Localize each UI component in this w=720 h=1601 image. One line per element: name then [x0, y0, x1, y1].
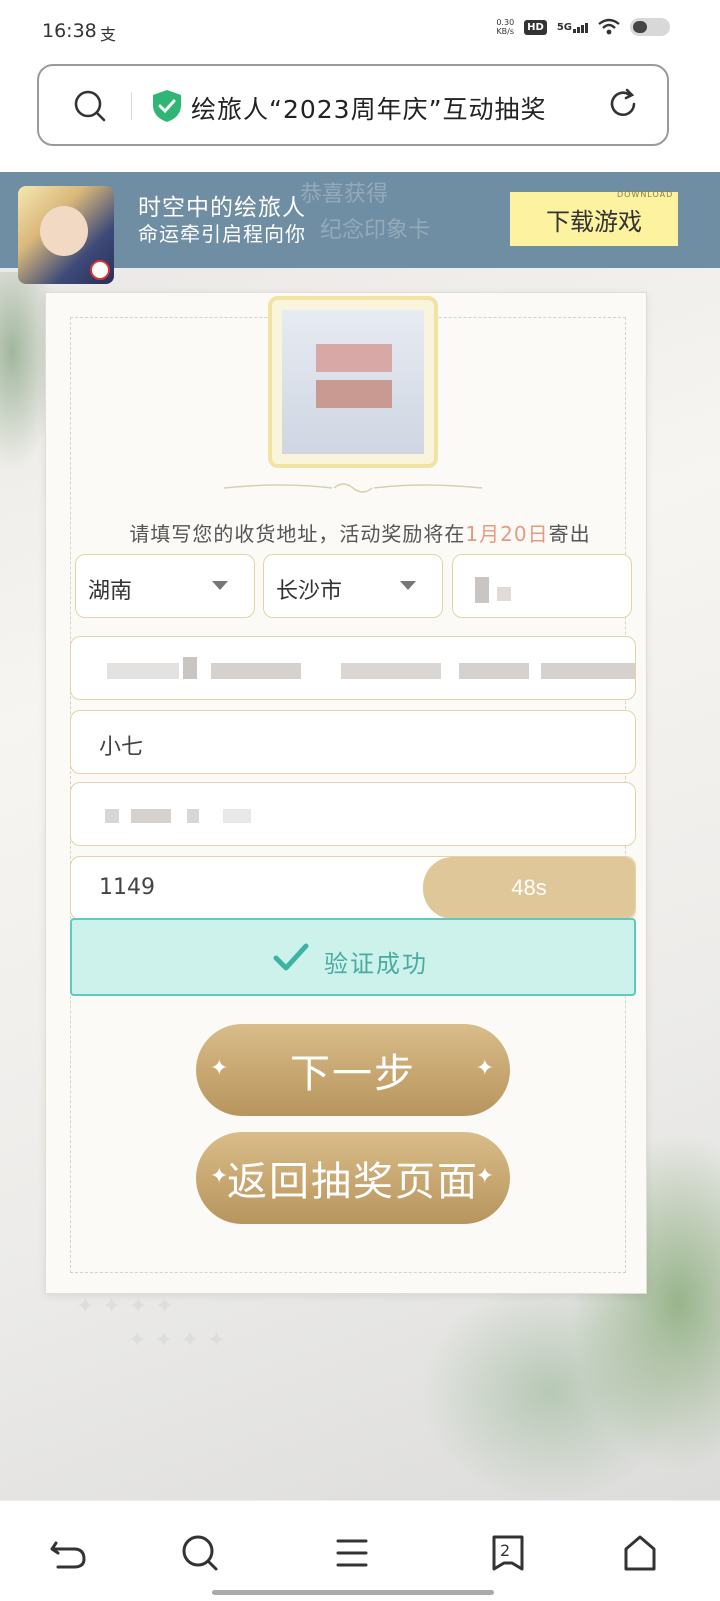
- secure-shield-icon: [153, 90, 181, 122]
- divider: [131, 92, 132, 120]
- chevron-down-icon: [400, 581, 416, 590]
- verify-success-text: 验证成功: [324, 950, 428, 978]
- district-select[interactable]: [452, 554, 632, 618]
- search-icon[interactable]: [176, 1529, 224, 1577]
- sparkle-icon: ✦: [475, 1164, 496, 1189]
- tabs-button[interactable]: 2: [484, 1529, 532, 1577]
- prize-card-frame: [268, 296, 438, 468]
- next-step-button[interactable]: ✦ 下一步 ✦: [196, 1024, 510, 1116]
- game-banner[interactable]: 恭喜获得 纪念印象卡 时空中的绘旅人 命运牵引启程向你 下载游戏 DOWNLOA…: [0, 172, 720, 284]
- back-to-lottery-label: 返回抽奖页面: [227, 1159, 479, 1205]
- home-icon[interactable]: [616, 1529, 664, 1577]
- browser-toolbar: 绘旅人“2023周年庆”互动抽奖: [0, 62, 720, 172]
- redacted-address: [107, 663, 179, 679]
- city-select[interactable]: 长沙市: [263, 554, 443, 618]
- gesture-home-indicator[interactable]: [212, 1590, 494, 1595]
- game-avatar-image: [18, 186, 114, 284]
- netease-logo-icon: [90, 260, 110, 280]
- next-step-label: 下一步: [290, 1051, 416, 1097]
- notice-date: 1月20日: [465, 522, 549, 546]
- notice-prefix: 请填写您的收货地址，活动奖励将在: [129, 522, 466, 546]
- address-notice: 请填写您的收货地址，活动奖励将在1月20日寄出: [0, 518, 720, 547]
- reload-icon[interactable]: [605, 86, 641, 122]
- browser-bottom-nav: 2: [0, 1500, 720, 1601]
- download-small-label: DOWNLOAD: [617, 190, 674, 199]
- chevron-down-icon: [212, 581, 228, 590]
- redacted-district: [475, 577, 489, 603]
- alipay-notification-icon: 支: [100, 25, 117, 44]
- banner-ghost-text-2: 纪念印象卡: [320, 218, 431, 243]
- sparkle-decoration-icon: ✦✦✦✦: [76, 1294, 182, 1319]
- banner-subtitle: 命运牵引启程向你: [138, 222, 306, 246]
- checkmark-icon: [273, 943, 309, 971]
- sparkle-icon: ✦: [210, 1056, 231, 1081]
- page-title[interactable]: 绘旅人“2023周年庆”互动抽奖: [191, 90, 601, 126]
- province-select[interactable]: 湖南: [75, 554, 255, 618]
- banner-title: 时空中的绘旅人: [138, 195, 306, 221]
- ornament-divider-icon: [223, 483, 483, 493]
- prize-card-image: [282, 310, 424, 454]
- sparkle-icon: ✦: [210, 1164, 231, 1189]
- province-value: 湖南: [88, 579, 133, 604]
- recipient-name-input[interactable]: 小七: [70, 710, 636, 774]
- status-icons: 0.30 KB/s HD 5G: [496, 18, 670, 36]
- status-time: 16:38: [42, 20, 97, 42]
- recipient-name-value: 小七: [99, 735, 144, 760]
- network-label: 5G: [556, 21, 572, 33]
- status-bar: 16:38 支 0.30 KB/s HD 5G: [0, 0, 720, 62]
- banner-ghost-text: 恭喜获得: [300, 182, 389, 207]
- redacted-phone: [105, 809, 119, 823]
- net-speed-unit: KB/s: [496, 27, 515, 36]
- phone-input[interactable]: [70, 782, 636, 846]
- verify-success-banner: 验证成功: [70, 918, 636, 996]
- search-icon[interactable]: [72, 88, 108, 124]
- hd-icon: HD: [524, 19, 547, 35]
- resend-code-button[interactable]: 48s: [423, 857, 635, 919]
- download-game-button[interactable]: 下载游戏: [510, 192, 678, 246]
- web-page: 恭喜获得 纪念印象卡 时空中的绘旅人 命运牵引启程向你 下载游戏 DOWNLOA…: [0, 172, 720, 1500]
- city-value: 长沙市: [276, 579, 343, 604]
- verification-code-input[interactable]: 1149 48s: [70, 856, 636, 920]
- tab-count: 2: [500, 1541, 511, 1560]
- net-speed: 0.30 KB/s: [496, 18, 514, 36]
- address-bar[interactable]: 绘旅人“2023周年庆”互动抽奖: [37, 64, 669, 146]
- net-speed-value: 0.30: [496, 18, 515, 27]
- verification-code-value: 1149: [99, 875, 155, 900]
- notice-suffix: 寄出: [548, 522, 591, 546]
- signal-5g-icon: 5G: [557, 22, 588, 33]
- battery-icon: [630, 18, 670, 36]
- detail-address-input[interactable]: [70, 636, 636, 700]
- back-icon[interactable]: [44, 1529, 92, 1577]
- wifi-icon: [598, 18, 620, 35]
- menu-icon[interactable]: [328, 1529, 376, 1577]
- back-to-lottery-button[interactable]: ✦ 返回抽奖页面 ✦: [196, 1132, 510, 1224]
- sparkle-decoration-icon: ✦✦✦✦: [128, 1328, 234, 1353]
- sparkle-icon: ✦: [475, 1056, 496, 1081]
